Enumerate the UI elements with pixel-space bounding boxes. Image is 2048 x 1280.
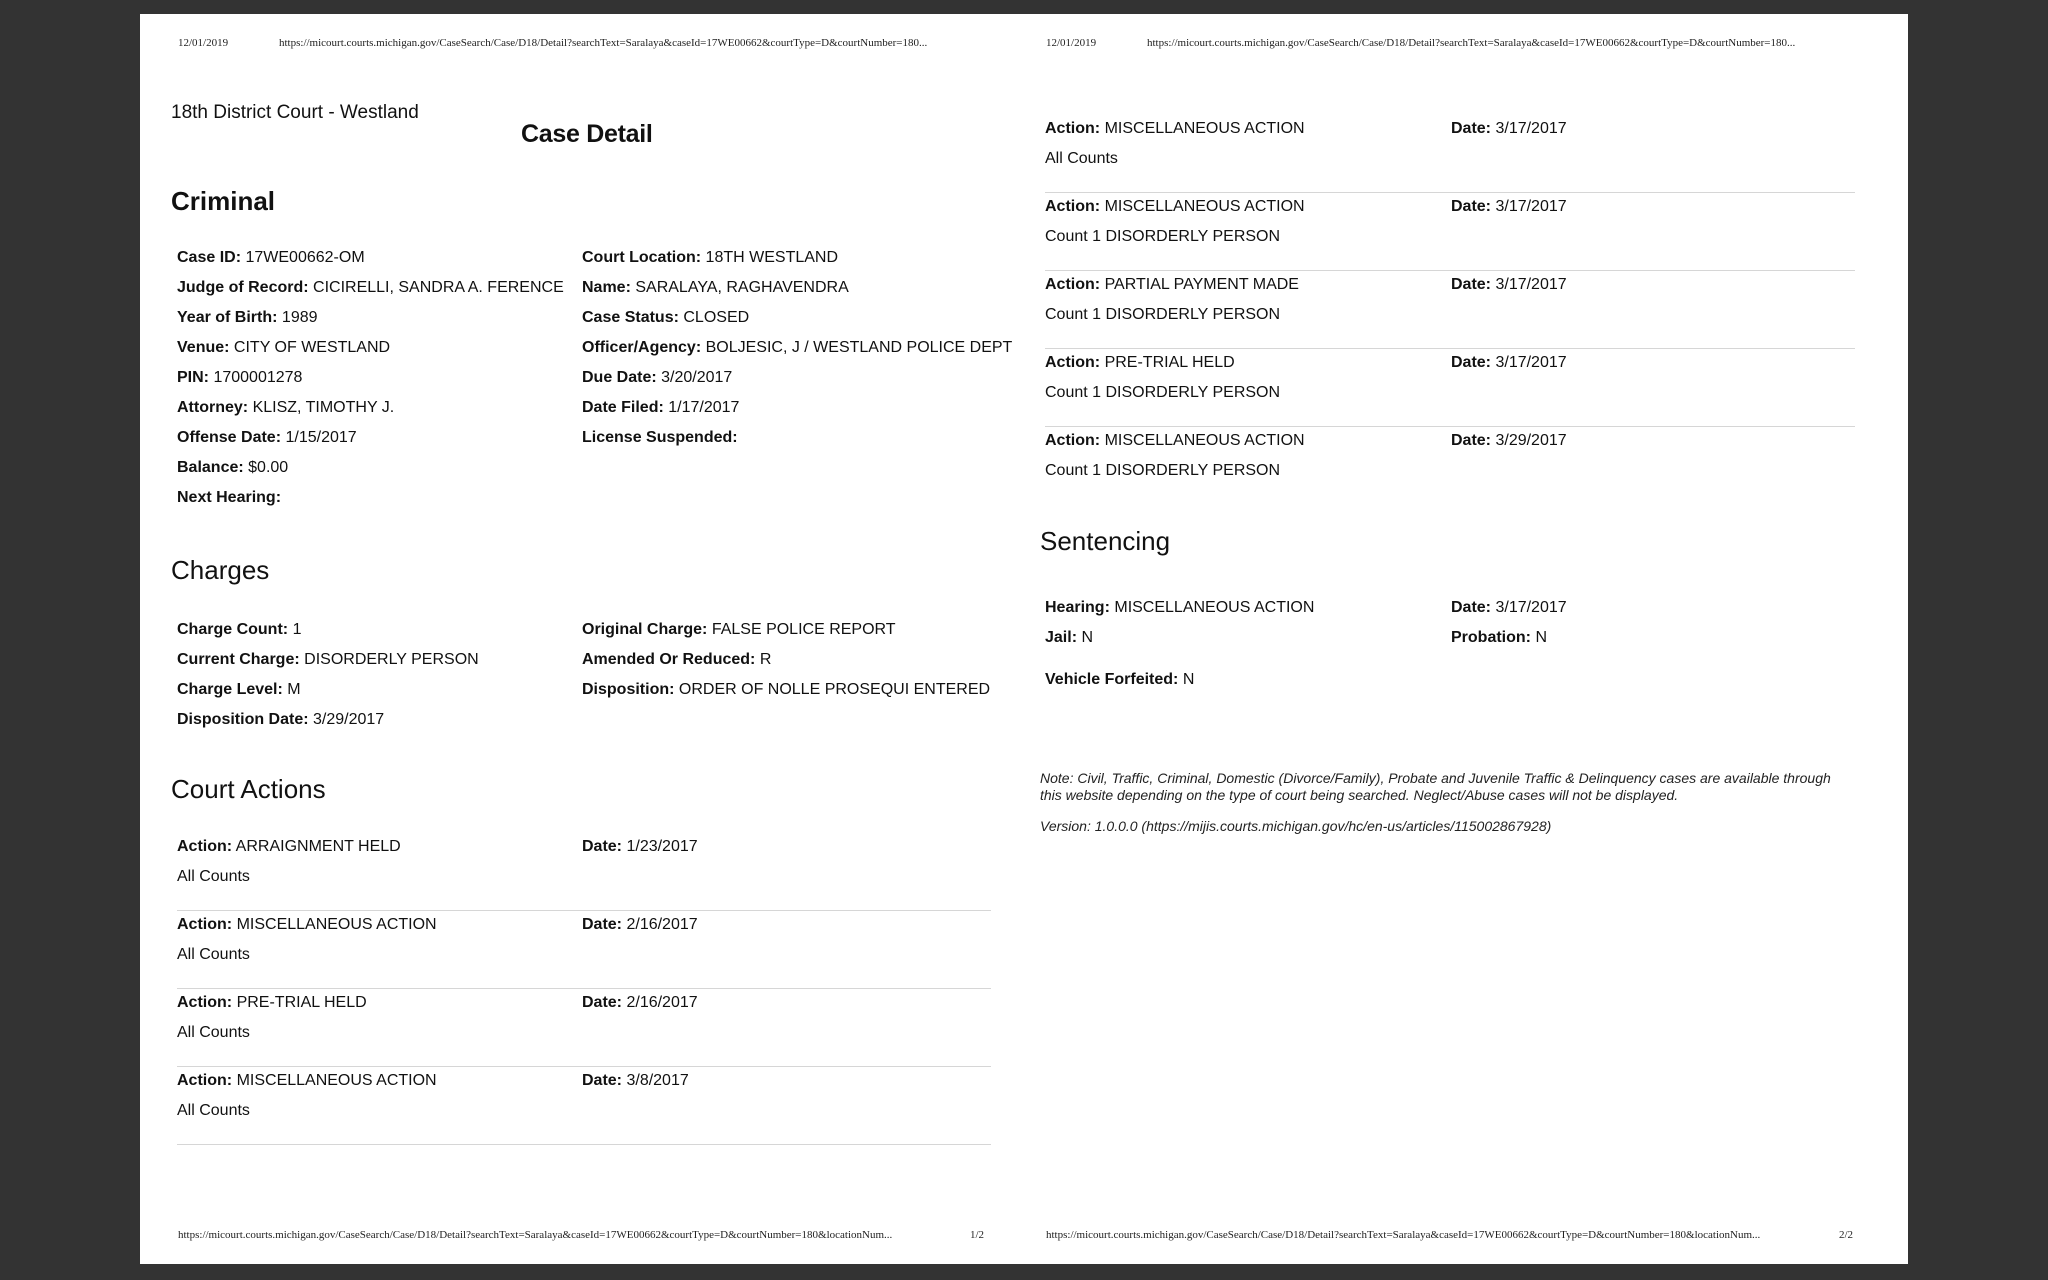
court-action-row: Action: MISCELLANEOUS ACTION Date: 2/16/…	[177, 910, 991, 989]
hearing-field: Hearing: MISCELLANEOUS ACTION	[1045, 599, 1315, 616]
name-field: Name: SARALAYA, RAGHAVENDRA	[582, 279, 849, 296]
court-actions-heading: Court Actions	[171, 774, 326, 804]
page-2: 12/01/2019 https://micourt.courts.michig…	[1024, 14, 1908, 1264]
year-of-birth-field: Year of Birth: 1989	[177, 309, 318, 326]
court-name: 18th District Court - Westland	[171, 102, 419, 123]
officer-agency-field: Officer/Agency: BOLJESIC, J / WESTLAND P…	[582, 339, 1013, 356]
sentencing-date-field: Date: 3/17/2017	[1451, 599, 1567, 616]
court-action-row: Action: PRE-TRIAL HELD Date: 2/16/2017 A…	[177, 988, 991, 1067]
due-date-field: Due Date: 3/20/2017	[582, 369, 733, 386]
balance-field: Balance: $0.00	[177, 459, 289, 476]
jail-field: Jail: N	[1045, 629, 1094, 646]
version-text: Version: 1.0.0.0 (https://mijis.courts.m…	[1040, 818, 1552, 834]
attorney-field: Attorney: KLISZ, TIMOTHY J.	[177, 399, 395, 416]
sentencing-heading: Sentencing	[1040, 526, 1171, 556]
disposition-date-field: Disposition Date: 3/29/2017	[177, 711, 385, 728]
court-action-row: Action: MISCELLANEOUS ACTION Date: 3/29/…	[1045, 432, 1567, 479]
charges-heading: Charges	[171, 555, 270, 585]
charge-count-field: Charge Count: 1	[177, 621, 302, 638]
page-number: 2/2	[1839, 1229, 1854, 1241]
page-1: 12/01/2019 https://micourt.courts.michig…	[140, 14, 1024, 1264]
amended-or-reduced-field: Amended Or Reduced: R	[582, 651, 772, 668]
license-suspended-field: License Suspended:	[582, 429, 738, 446]
document-sheet: 12/01/2019 https://micourt.courts.michig…	[140, 14, 1908, 1264]
page-number: 1/2	[970, 1229, 985, 1241]
note-text: Note: Civil, Traffic, Criminal, Domestic…	[1040, 770, 1831, 803]
offense-date-field: Offense Date: 1/15/2017	[177, 429, 357, 446]
case-id-field: Case ID: 17WE00662-OM	[177, 249, 365, 266]
court-action-row: Action: PRE-TRIAL HELD Date: 3/17/2017 C…	[1045, 348, 1855, 427]
criminal-heading: Criminal	[171, 186, 276, 216]
page-title: Case Detail	[521, 120, 653, 148]
charge-level-field: Charge Level: M	[177, 681, 301, 698]
next-hearing-field: Next Hearing:	[177, 489, 282, 506]
court-action-row: Action: ARRAIGNMENT HELD Date: 1/23/2017…	[177, 832, 991, 911]
court-action-row: Action: PARTIAL PAYMENT MADE Date: 3/17/…	[1045, 270, 1855, 349]
footer-url: https://micourt.courts.michigan.gov/Case…	[178, 1229, 893, 1241]
header-url: https://micourt.courts.michigan.gov/Case…	[1147, 37, 1796, 49]
original-charge-field: Original Charge: FALSE POLICE REPORT	[582, 621, 896, 638]
court-location-field: Court Location: 18TH WESTLAND	[582, 249, 839, 266]
vehicle-forfeited-field: Vehicle Forfeited: N	[1045, 671, 1195, 688]
footer-url: https://micourt.courts.michigan.gov/Case…	[1046, 1229, 1761, 1241]
judge-field: Judge of Record: CICIRELLI, SANDRA A. FE…	[177, 279, 564, 296]
court-action-row: Action: MISCELLANEOUS ACTION Date: 3/17/…	[1045, 192, 1855, 271]
case-status-field: Case Status: CLOSED	[582, 309, 750, 326]
pin-field: PIN: 1700001278	[177, 369, 303, 386]
current-charge-field: Current Charge: DISORDERLY PERSON	[177, 651, 479, 668]
court-action-row: Action: MISCELLANEOUS ACTION Date: 3/8/2…	[177, 1066, 991, 1145]
probation-field: Probation: N	[1451, 629, 1548, 646]
date-filed-field: Date Filed: 1/17/2017	[582, 399, 740, 416]
header-url: https://micourt.courts.michigan.gov/Case…	[279, 37, 928, 49]
header-date: 12/01/2019	[178, 37, 229, 49]
court-action-row: Action: MISCELLANEOUS ACTION Date: 3/17/…	[1045, 114, 1855, 193]
disposition-field: Disposition: ORDER OF NOLLE PROSEQUI ENT…	[582, 681, 991, 698]
venue-field: Venue: CITY OF WESTLAND	[177, 339, 391, 356]
header-date: 12/01/2019	[1046, 37, 1097, 49]
